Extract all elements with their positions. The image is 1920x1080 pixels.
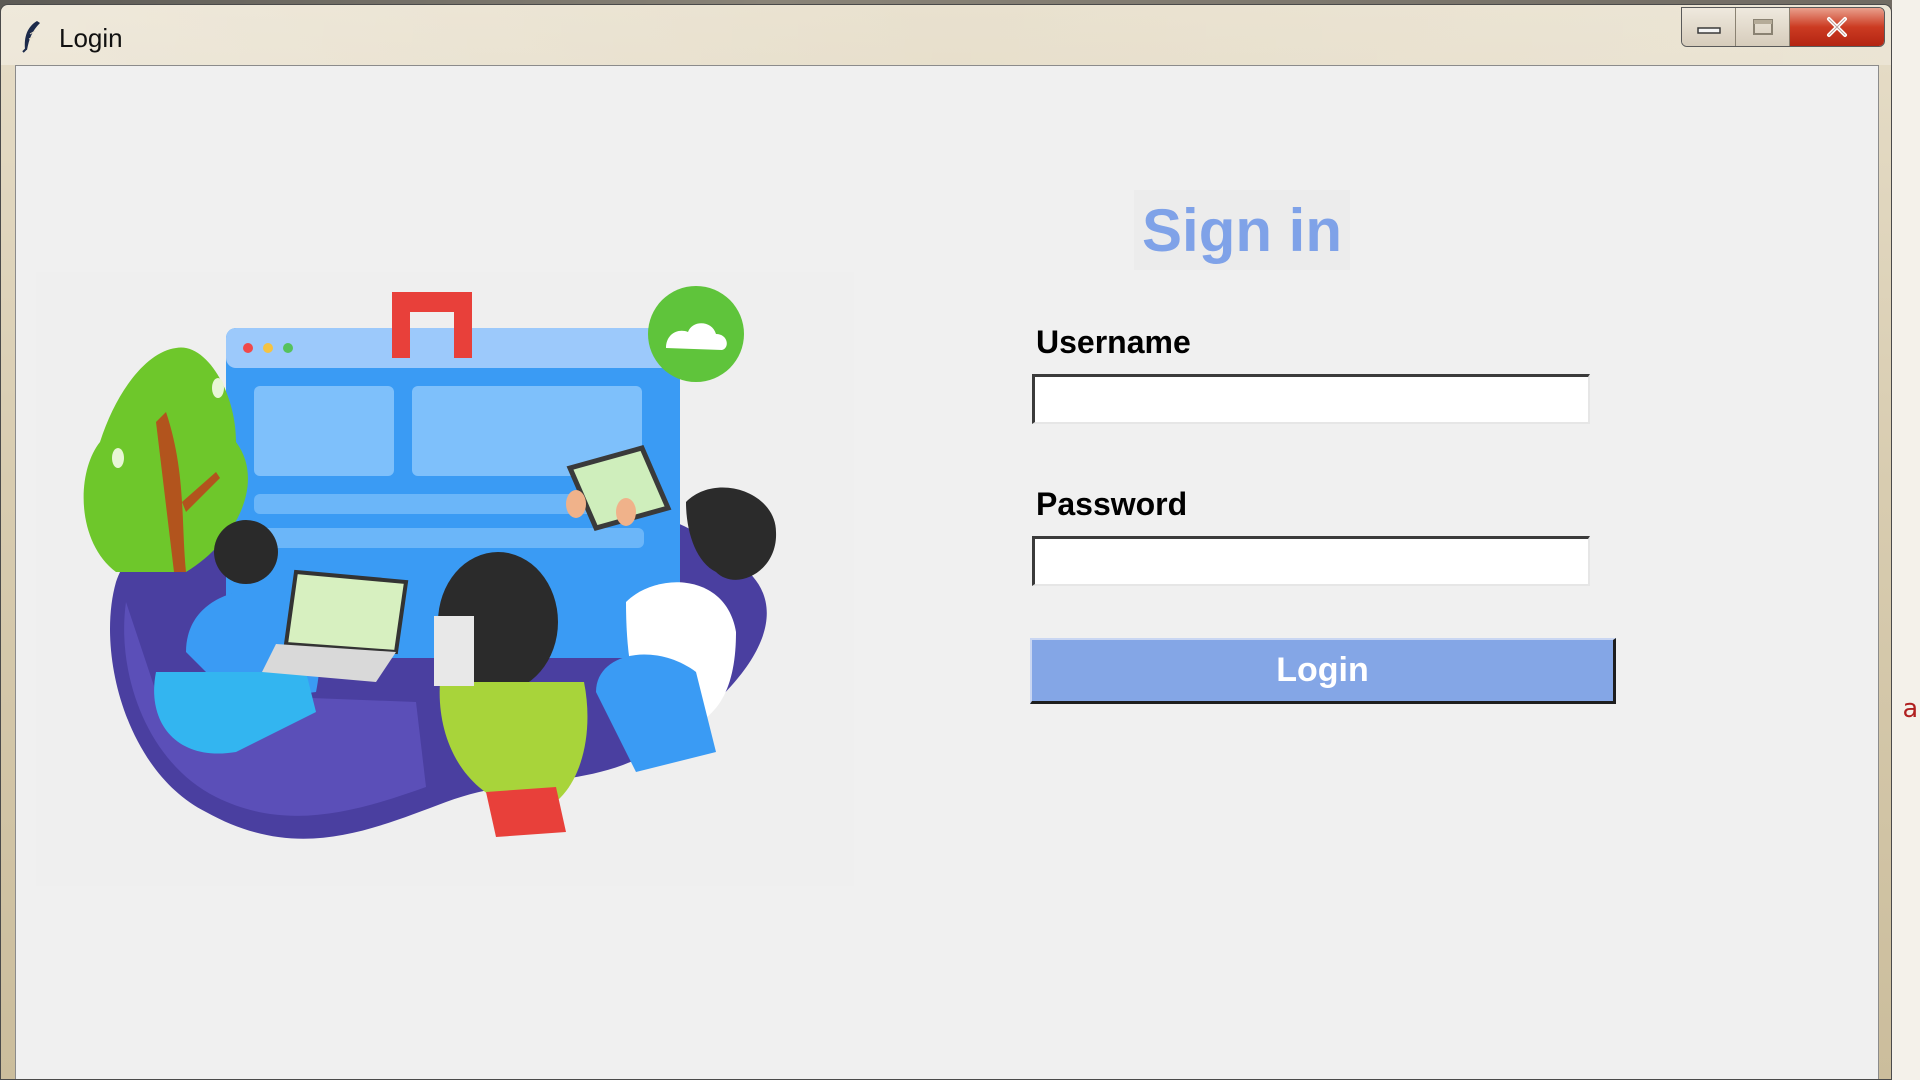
login-window: Login Sign in Username Password Login bbox=[0, 4, 1892, 1080]
sign-in-heading: Sign in bbox=[1134, 190, 1350, 270]
minimize-icon bbox=[1696, 27, 1721, 34]
team-collaboration-illustration bbox=[36, 272, 854, 886]
close-button[interactable] bbox=[1790, 8, 1884, 46]
login-button[interactable]: Login bbox=[1030, 638, 1616, 704]
username-label: Username bbox=[1036, 324, 1191, 360]
client-area: Sign in Username Password Login bbox=[15, 65, 1879, 1079]
background-editor-glyph: a bbox=[1902, 694, 1918, 724]
title-bar[interactable]: Login bbox=[1, 5, 1891, 65]
password-label: Password bbox=[1036, 486, 1188, 522]
background-editor-strip: a bbox=[1892, 0, 1920, 1080]
feather-icon bbox=[22, 21, 40, 53]
password-input[interactable] bbox=[1032, 536, 1590, 586]
maximize-icon bbox=[1752, 19, 1773, 35]
username-input[interactable] bbox=[1032, 374, 1590, 424]
minimize-button[interactable] bbox=[1682, 8, 1736, 46]
close-icon bbox=[1827, 17, 1847, 37]
maximize-button[interactable] bbox=[1736, 8, 1790, 46]
window-title: Login bbox=[59, 23, 123, 53]
window-controls bbox=[1681, 7, 1885, 47]
